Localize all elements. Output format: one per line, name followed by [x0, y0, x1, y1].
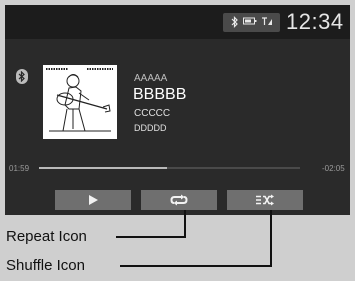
- repeat-icon: [170, 194, 188, 206]
- track-title: BBBBB: [133, 86, 187, 103]
- genre-name: DDDDD: [134, 123, 167, 133]
- bluetooth-source-icon: [16, 69, 28, 84]
- shuffle-callout-line-vertical: [270, 210, 272, 267]
- bluetooth-icon: [231, 16, 239, 32]
- status-bar: 12:34: [5, 5, 350, 39]
- audio-screen: 12:34 AAAAA BBBBB CCCCC DDDDD 01:59 -02:…: [5, 5, 350, 215]
- manual-figure-frame: 12:34 AAAAA BBBBB CCCCC DDDDD 01:59 -02:…: [0, 0, 355, 281]
- play-icon: [89, 195, 98, 205]
- play-button[interactable]: [55, 190, 131, 210]
- repeat-icon-callout: Repeat Icon: [6, 228, 87, 245]
- repeat-button[interactable]: [141, 190, 217, 210]
- elapsed-time: 01:59: [9, 164, 30, 173]
- shuffle-button[interactable]: [227, 190, 303, 210]
- signal-icon: [261, 16, 273, 30]
- shuffle-callout-line-horizontal: [120, 265, 272, 267]
- album-name: CCCCC: [134, 108, 171, 119]
- shuffle-icon: [256, 194, 274, 206]
- guitarist-artwork-icon: [45, 67, 115, 137]
- clock: 12:34: [286, 9, 344, 34]
- progress-fill: [39, 167, 167, 169]
- repeat-callout-line-horizontal: [116, 236, 186, 238]
- artist-name: AAAAA: [134, 73, 168, 84]
- battery-icon: [243, 16, 257, 30]
- remaining-time: -02:05: [322, 164, 345, 173]
- status-indicators: [223, 13, 280, 32]
- progress-bar[interactable]: [39, 167, 300, 169]
- shuffle-icon-callout: Shuffle Icon: [6, 257, 85, 274]
- repeat-callout-line-vertical: [184, 210, 186, 237]
- album-art: [43, 65, 117, 139]
